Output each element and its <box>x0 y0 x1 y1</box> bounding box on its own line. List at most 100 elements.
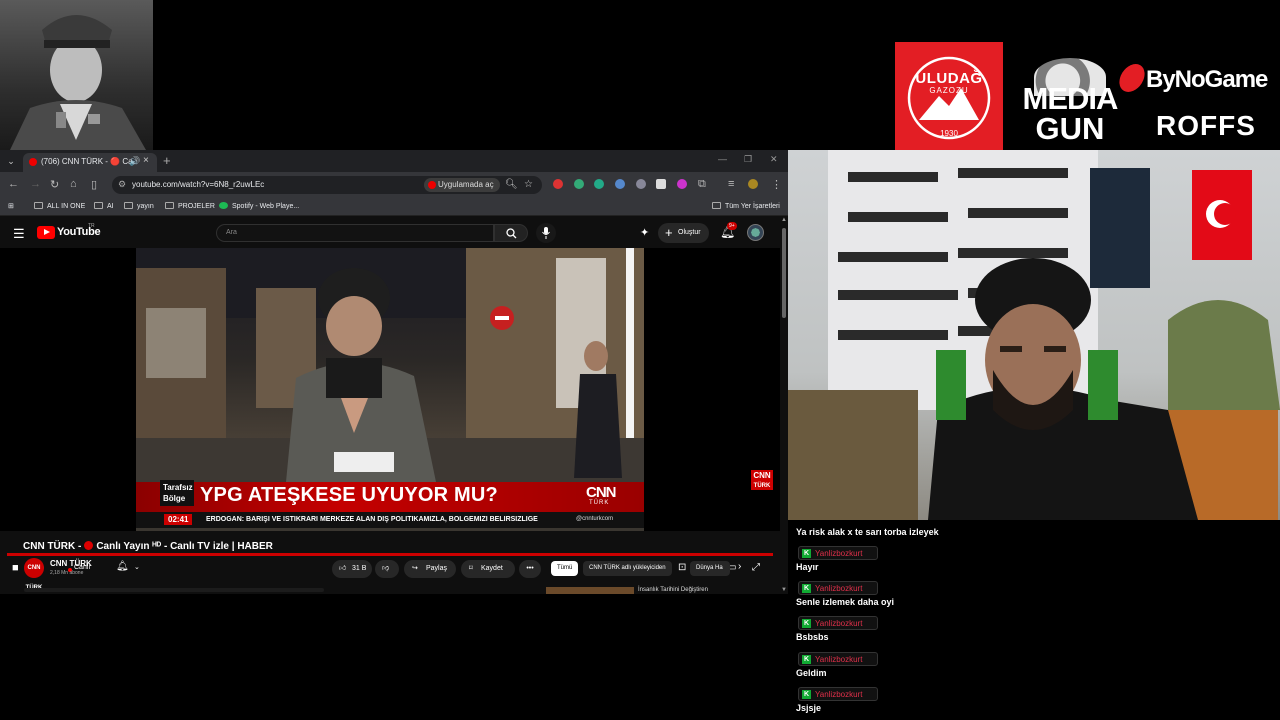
home-icon[interactable]: ⌂ <box>70 178 77 190</box>
bookmark-star-icon[interactable]: ☆ <box>524 179 533 190</box>
maximize-icon[interactable]: ❐ <box>744 154 752 165</box>
media-control-icon[interactable]: ≡ <box>728 178 734 190</box>
speaker-icon[interactable]: 🔊 <box>129 156 140 167</box>
uludag-text: ULUDAĞ <box>915 70 983 87</box>
recommended-video[interactable]: İnsanlık Tarihini Değiştiren <box>546 587 772 594</box>
dislike-button[interactable]: 👎︎ <box>375 560 399 578</box>
tab-search-icon[interactable]: ⌄ <box>4 154 18 168</box>
open-in-app-button[interactable]: Uygulamada aç <box>424 178 500 192</box>
chat-user-badge[interactable]: K Yanlizbozkurt <box>798 652 878 666</box>
ticker-text: ERDOĞAN: BARIŞI VE İSTİKRARI MERKEZE ALA… <box>206 516 538 523</box>
extension-icon-5[interactable] <box>636 179 646 189</box>
bookmark-icon: ⌑ <box>469 565 473 572</box>
extension-icon-1[interactable] <box>553 179 563 189</box>
uludag-year: 1930 <box>940 129 958 138</box>
channel-name[interactable]: CNN TÜRK <box>50 559 92 568</box>
chat-user-badge[interactable]: K Yanlizbozkurt <box>798 687 878 701</box>
chip-world-news[interactable]: Dünya Ha <box>690 561 730 576</box>
chevron-down-icon[interactable]: ⌄ <box>134 563 140 571</box>
extension-icon-7[interactable] <box>677 179 687 189</box>
scrollbar-thumb[interactable] <box>782 228 786 318</box>
video-player[interactable]: Tarafsız Bölge YPG ATEŞKESE UYUYOR MU? CN… <box>0 248 780 531</box>
folder-icon <box>94 202 103 209</box>
stop-icon[interactable]: ■ <box>12 562 19 574</box>
extensions-puzzle-icon[interactable]: ⧉ <box>698 178 706 191</box>
back-icon[interactable]: ← <box>8 178 19 190</box>
extension-icon-2[interactable] <box>574 179 584 189</box>
bookmark-all-in-one[interactable]: ALL IN ONE <box>34 202 85 210</box>
tab-bar: ⌄ (706) CNN TÜRK - 🔴 Canlı 🔊 × + — ❐ ✕ <box>0 150 788 172</box>
extension-icon-6[interactable] <box>656 179 666 189</box>
chat-username[interactable]: Yanlizbozkurt <box>815 655 862 664</box>
bookmark-spotify[interactable]: Spotify - Web Playe... <box>219 202 299 210</box>
account-avatar[interactable] <box>747 224 764 241</box>
chat-username[interactable]: Yanlizbozkurt <box>815 584 862 593</box>
bookmark-label: AI <box>107 203 114 210</box>
progress-bar[interactable] <box>7 553 773 556</box>
chevron-right-icon[interactable]: › <box>738 561 741 572</box>
chat-user-badge[interactable]: K Yanlizbozkurt <box>798 546 878 560</box>
extension-icon-4[interactable] <box>615 179 625 189</box>
new-tab-icon[interactable]: + <box>163 153 171 168</box>
chat-username[interactable]: Yanlizbozkurt <box>815 619 862 628</box>
search-button[interactable] <box>494 224 528 242</box>
voice-search-button[interactable] <box>536 223 556 243</box>
scroll-up-icon[interactable]: ▲ <box>781 217 787 223</box>
subscribed-bell-icon[interactable]: 🔔︎ <box>116 561 129 572</box>
save-button[interactable]: ⌑ Kaydet <box>461 560 515 578</box>
share-button[interactable]: ↪ Paylaş <box>404 560 456 578</box>
more-actions-button[interactable]: ••• <box>519 560 541 578</box>
chat-username[interactable]: Yanlizbozkurt <box>815 549 862 558</box>
chat-user-badge[interactable]: K Yanlizbozkurt <box>798 581 878 595</box>
minimize-icon[interactable]: — <box>718 154 727 164</box>
search-icon <box>506 228 517 239</box>
extension-icon-3[interactable] <box>594 179 604 189</box>
red-circle-icon <box>84 541 94 550</box>
tab-title: (706) CNN TÜRK - 🔴 Canlı <box>41 157 137 166</box>
bookmark-projeler[interactable]: PROJELER <box>165 202 215 210</box>
youtube-favicon-icon <box>29 158 37 166</box>
chat-message: Ya risk alak x te sarı torba izleyek <box>796 527 939 537</box>
search-input[interactable]: Ara <box>216 224 494 242</box>
recommended-thumbnail[interactable] <box>546 587 634 594</box>
site-info-icon[interactable]: ⚙ <box>118 179 126 190</box>
subtitles-icon[interactable]: ⊡ <box>678 562 686 573</box>
reload-icon[interactable]: ↻ <box>50 178 59 191</box>
folder-icon <box>712 202 721 209</box>
page-scrollbar[interactable]: ▲ ▼ <box>780 216 788 594</box>
chip-from-uploader[interactable]: CNN TÜRK adlı yükleyiciden <box>583 561 672 576</box>
bookmark-ai[interactable]: AI <box>94 202 114 210</box>
youtube-logo-icon[interactable] <box>37 226 55 239</box>
chat-user-badge[interactable]: K Yanlizbozkurt <box>798 616 878 630</box>
share-icon: ↪ <box>412 565 418 572</box>
hamburger-menu-icon[interactable]: ☰ <box>13 226 25 242</box>
address-bar[interactable]: ⚙ youtube.com/watch?v=6N8_r2uwLEc Uygula… <box>112 176 542 194</box>
all-bookmarks[interactable]: Tüm Yer İşaretleri <box>712 202 780 210</box>
profile-icon[interactable] <box>748 179 758 189</box>
zoom-icon[interactable]: 🔍︎ <box>505 179 518 190</box>
all-bookmarks-label: Tüm Yer İşaretleri <box>725 203 780 210</box>
tab-youtube[interactable]: (706) CNN TÜRK - 🔴 Canlı 🔊 × <box>23 153 157 172</box>
chip-all[interactable]: Tümü <box>551 561 579 576</box>
like-button[interactable]: 👍︎ 31 B <box>332 560 372 578</box>
apps-grid-icon[interactable]: ⊞ <box>8 202 14 210</box>
video-title-part1: CNN TÜRK - <box>23 541 82 552</box>
bookmark-label: ALL IN ONE <box>47 203 86 210</box>
tab-close-icon[interactable]: × <box>143 155 149 166</box>
kick-icon: K <box>802 549 811 558</box>
fullscreen-icon[interactable]: ⤢ <box>752 562 760 573</box>
channel-avatar[interactable]: CNN TÜRK <box>24 558 44 591</box>
window-close-icon[interactable]: ✕ <box>770 154 778 165</box>
folder-icon <box>124 202 133 209</box>
bookmark-yayin[interactable]: yayın <box>124 202 154 210</box>
sidebar-icon[interactable]: ▯ <box>91 178 97 191</box>
recommended-title[interactable]: İnsanlık Tarihini Değiştiren <box>638 587 708 593</box>
chat-message: Hayır <box>796 562 819 572</box>
forward-icon[interactable]: → <box>30 178 41 190</box>
browser-menu-icon[interactable]: ⋮ <box>771 178 782 191</box>
chat-username[interactable]: Yanlizbozkurt <box>815 690 862 699</box>
create-button[interactable]: Oluştur <box>658 223 709 243</box>
program-tag-line2: Bölge <box>163 494 186 503</box>
ai-sparkle-icon[interactable]: ✦ <box>640 226 649 239</box>
scroll-down-icon[interactable]: ▼ <box>781 587 787 593</box>
